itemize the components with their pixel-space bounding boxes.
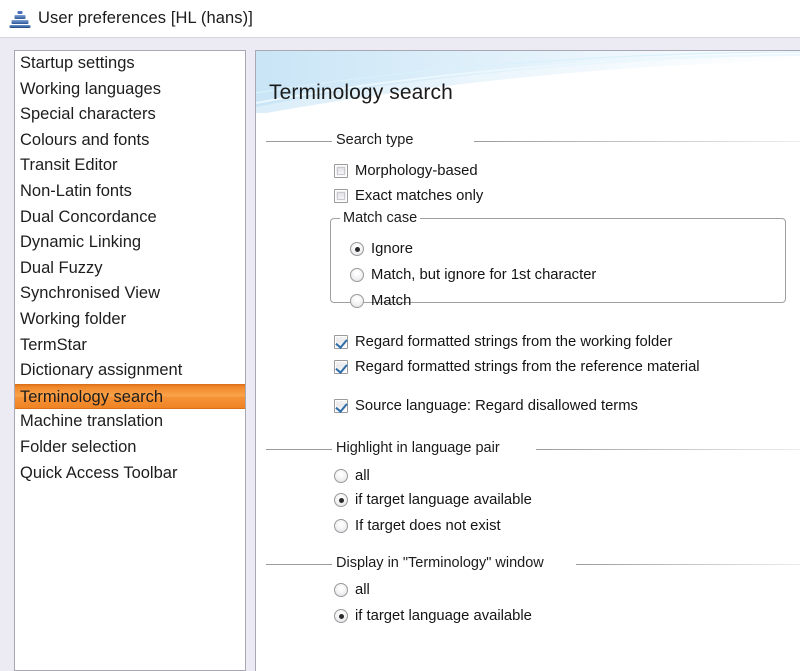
sidebar-item-transit-editor[interactable]: Transit Editor [15,153,245,179]
radio-row-highlight-if-target-not-exist[interactable]: If target does not exist [334,518,501,534]
radio-match-but-ignore-first-char[interactable] [350,268,364,282]
group-rule-right [474,141,800,142]
radio-row-display-if-target-available[interactable]: if target language available [334,608,532,624]
sidebar-item-working-folder[interactable]: Working folder [15,307,245,333]
radio-row-match-but-ignore-first-char[interactable]: Match, but ignore for 1st character [350,267,596,283]
radio-label-match-but-ignore-first-char: Match, but ignore for 1st character [371,267,597,283]
group-display-terminology-window: Display in "Terminology" window [266,555,800,572]
group-highlight-in-language-pair: Highlight in language pair [266,440,800,457]
checkbox-source-disallowed-terms[interactable] [334,399,348,413]
window-title-bar: User preferences [HL (hans)] [0,0,800,38]
checkbox-regard-working-folder[interactable] [334,335,348,349]
radio-label-highlight-if-target-available: if target language available [355,492,532,508]
checkbox-label-morphology-based: Morphology-based [355,163,478,179]
radio-row-ignore[interactable]: Ignore [350,241,413,257]
sidebar-item-special-characters[interactable]: Special characters [15,102,245,128]
sidebar-item-quick-access-toolbar[interactable]: Quick Access Toolbar [15,461,245,487]
checkbox-label-regard-working-folder: Regard formatted strings from the workin… [355,334,673,350]
radio-label-display-if-target-available: if target language available [355,608,532,624]
sidebar-item-machine-translation[interactable]: Machine translation [15,409,245,435]
radio-label-highlight-if-target-not-exist: If target does not exist [355,518,501,534]
checkbox-exact-matches-only[interactable] [334,189,348,203]
radio-row-highlight-all[interactable]: all [334,468,370,484]
preferences-detail-panel: Terminology search Search type Morpholog… [255,50,800,671]
checkbox-row-exact-matches-only[interactable]: Exact matches only [334,188,483,204]
group-rule-left [266,564,334,565]
group-rule-left [266,449,334,450]
group-rule-right [576,564,800,565]
sidebar-item-dynamic-linking[interactable]: Dynamic Linking [15,230,245,256]
checkbox-label-regard-reference-material: Regard formatted strings from the refere… [355,359,700,375]
checkbox-row-morphology-based[interactable]: Morphology-based [334,163,478,179]
group-rule-right [536,449,800,450]
radio-label-match: Match [371,293,412,309]
page-title: Terminology search [269,81,453,104]
sidebar-item-termstar[interactable]: TermStar [15,333,245,359]
checkbox-label-exact-matches-only: Exact matches only [355,188,484,204]
radio-row-display-all[interactable]: all [334,582,370,598]
radio-label-display-all: all [355,582,370,598]
window-title: User preferences [HL (hans)] [38,9,253,27]
group-label-highlight: Highlight in language pair [332,440,504,456]
sidebar-item-dual-fuzzy[interactable]: Dual Fuzzy [15,256,245,282]
sidebar-item-synchronised-view[interactable]: Synchronised View [15,281,245,307]
checkbox-row-regard-reference-material[interactable]: Regard formatted strings from the refere… [334,359,700,375]
radio-row-highlight-if-target-available[interactable]: if target language available [334,492,532,508]
sidebar-item-colours-and-fonts[interactable]: Colours and fonts [15,128,245,154]
radio-ignore[interactable] [350,242,364,256]
group-search-type: Search type [266,132,800,149]
radio-highlight-all[interactable] [334,469,348,483]
group-match-case: Match case [330,210,786,303]
group-rule-left [266,141,334,142]
radio-highlight-if-target-available[interactable] [334,493,348,507]
sidebar-item-dual-concordance[interactable]: Dual Concordance [15,205,245,231]
sidebar-item-terminology-search[interactable]: Terminology search [15,383,245,410]
radio-display-all[interactable] [334,583,348,597]
pyramid-logo-icon [9,8,31,30]
checkbox-regard-reference-material[interactable] [334,360,348,374]
checkbox-row-source-disallowed-terms[interactable]: Source language: Regard disallowed terms [334,398,638,414]
radio-highlight-if-target-not-exist[interactable] [334,519,348,533]
checkbox-label-source-disallowed-terms: Source language: Regard disallowed terms [355,398,638,414]
preferences-category-list[interactable]: Startup settings Working languages Special… [14,50,246,671]
sidebar-item-startup-settings[interactable]: Startup settings [15,51,245,77]
sidebar-item-non-latin-fonts[interactable]: Non-Latin fonts [15,179,245,205]
sidebar-item-working-languages[interactable]: Working languages [15,77,245,103]
group-label-display: Display in "Terminology" window [332,555,548,571]
checkbox-morphology-based[interactable] [334,164,348,178]
radio-match[interactable] [350,294,364,308]
group-label-match-case: Match case [340,210,421,226]
group-label-search-type: Search type [332,132,418,148]
radio-display-if-target-available[interactable] [334,609,348,623]
radio-label-highlight-all: all [355,468,370,484]
sidebar-item-folder-selection[interactable]: Folder selection [15,435,245,461]
radio-row-match[interactable]: Match [350,293,411,309]
sidebar-item-dictionary-assignment[interactable]: Dictionary assignment [15,358,245,384]
checkbox-row-regard-working-folder[interactable]: Regard formatted strings from the workin… [334,334,672,350]
radio-label-ignore: Ignore [371,241,413,257]
